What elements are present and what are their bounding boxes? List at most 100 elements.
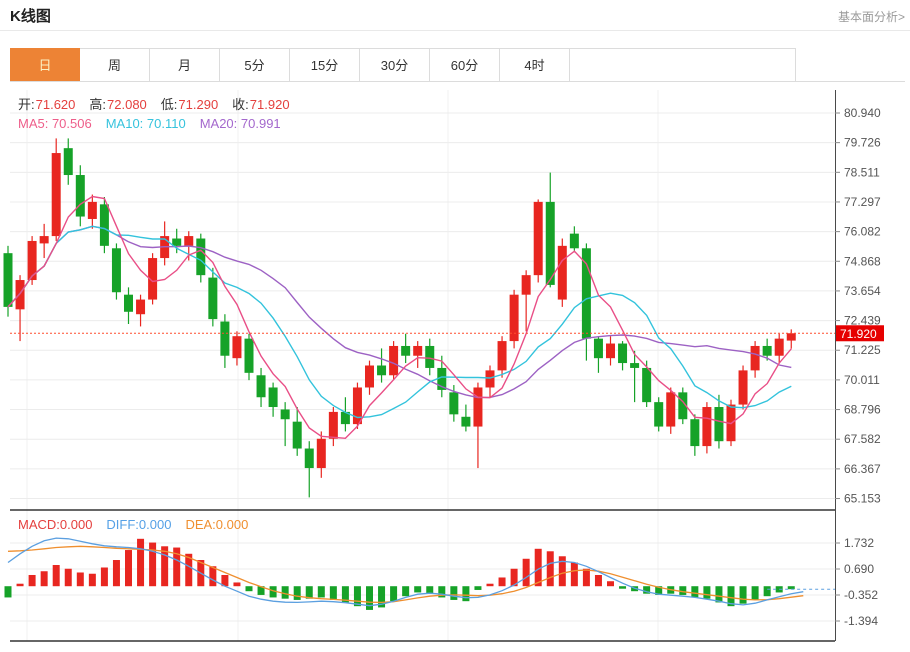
macd-bar: [474, 586, 481, 590]
candle-body: [690, 419, 699, 446]
macd-bar: [679, 586, 686, 595]
candle-body: [64, 148, 73, 175]
svg-text:0.690: 0.690: [844, 562, 874, 576]
candle-body: [739, 370, 748, 404]
legend-item: 高:72.080: [89, 97, 146, 112]
macd-bar: [764, 586, 771, 596]
macd-bar: [65, 569, 72, 586]
macd-bar: [318, 586, 325, 597]
svg-text:1.732: 1.732: [844, 536, 874, 550]
legend-item: DEA:0.000: [185, 517, 248, 532]
candle-body: [751, 346, 760, 370]
macd-bar: [740, 586, 747, 603]
ma10-line: [8, 226, 791, 417]
candle-body: [714, 407, 723, 441]
macd-bar: [246, 586, 253, 591]
macd-bar: [523, 559, 530, 586]
candle-body: [184, 236, 193, 246]
macd-bar: [29, 575, 36, 586]
candle-body: [582, 248, 591, 338]
candle-body: [100, 204, 109, 246]
macd-bar: [101, 568, 108, 587]
candle-body: [76, 175, 85, 217]
gridlines: [10, 90, 835, 641]
legend-item: MA5: 70.506: [18, 116, 92, 131]
candle-body: [486, 370, 495, 387]
legend-item: 收:71.920: [232, 97, 289, 112]
candle-body: [52, 153, 61, 236]
candle-body: [522, 275, 531, 295]
macd-bar: [125, 550, 132, 586]
svg-text:76.082: 76.082: [844, 225, 881, 239]
candle-body: [425, 346, 434, 368]
candles-layer: [4, 138, 796, 497]
candle-body: [594, 339, 603, 359]
candle-body: [196, 239, 205, 276]
macd-bar: [715, 586, 722, 602]
macd-bar: [414, 586, 421, 592]
candle-body: [124, 295, 133, 312]
candle-body: [630, 363, 639, 368]
candle-body: [136, 300, 145, 315]
macd-bar: [547, 551, 554, 586]
candle-body: [775, 339, 784, 356]
candle-body: [401, 346, 410, 356]
macd-bar: [89, 574, 96, 586]
legend-item: DIFF:0.000: [106, 517, 171, 532]
svg-text:80.940: 80.940: [844, 106, 881, 120]
current-price-badge: 71.920: [836, 325, 884, 341]
legend-item: MA20: 70.991: [200, 116, 281, 131]
candle-body: [269, 387, 278, 407]
candle-body: [16, 280, 25, 309]
candle-body: [305, 449, 314, 469]
legend-item: 开:71.620: [18, 97, 75, 112]
macd-bar: [5, 586, 12, 597]
macd-bar: [450, 586, 457, 600]
macd-bar: [571, 563, 578, 587]
macd-bar: [137, 539, 144, 586]
svg-text:78.511: 78.511: [844, 165, 880, 179]
macd-bar: [113, 560, 120, 586]
candle-body: [449, 392, 458, 414]
candle-body: [40, 236, 49, 243]
y-axis-labels: 80.94079.72678.51177.29776.08274.86873.6…: [835, 106, 881, 628]
macd-bar: [354, 586, 361, 606]
candle-body: [413, 346, 422, 356]
candle-body: [389, 346, 398, 375]
macd-bar: [53, 565, 60, 586]
candle-body: [329, 412, 338, 439]
svg-text:74.868: 74.868: [844, 254, 881, 268]
candle-body: [208, 278, 217, 320]
macd-bar: [294, 586, 301, 600]
ohlc-legend: 开:71.620 高:72.080 低:71.290 收:71.920: [18, 94, 304, 113]
svg-text:67.582: 67.582: [844, 432, 881, 446]
candle-body: [534, 202, 543, 275]
macd-bar: [330, 586, 337, 600]
macd-bar: [487, 584, 494, 586]
macd-bar: [233, 582, 240, 586]
candle-body: [763, 346, 772, 356]
macd-bar: [17, 584, 24, 586]
svg-text:68.796: 68.796: [844, 403, 881, 417]
macd-bar: [41, 571, 48, 586]
candle-body: [618, 344, 627, 364]
candle-body: [654, 402, 663, 426]
candle-body: [546, 202, 555, 285]
svg-text:77.297: 77.297: [844, 195, 881, 209]
svg-text:71.920: 71.920: [840, 327, 877, 341]
macd-bar: [390, 586, 397, 601]
candle-body: [642, 368, 651, 402]
candle-body: [606, 344, 615, 359]
macd-bar: [77, 572, 84, 586]
candle-body: [281, 409, 290, 419]
candle-body: [570, 234, 579, 249]
macd-bar: [149, 543, 156, 587]
candle-body: [365, 366, 374, 388]
candle-body: [377, 366, 386, 376]
candle-body: [232, 336, 241, 358]
candle-body: [702, 407, 711, 446]
legend-item: 低:71.290: [161, 97, 218, 112]
candle-body: [293, 422, 302, 449]
macd-bar: [752, 586, 759, 600]
macd-legend: MACD:0.000DIFF:0.000DEA:0.000: [18, 517, 262, 532]
